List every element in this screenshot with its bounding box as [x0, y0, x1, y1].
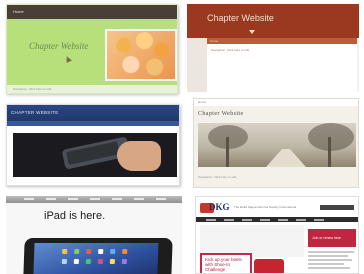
nav-bar: [6, 196, 182, 203]
hand-image: [117, 141, 161, 171]
landscape-photo: [198, 123, 356, 167]
body-text: Navigation. Click here to edit.: [211, 48, 251, 52]
ipad-screen: [33, 243, 159, 274]
tagline: The Delta Kappa Gamma Society Internatio…: [234, 205, 297, 209]
site-title: CHAPTER WEBSITE: [11, 110, 59, 115]
site-title: Chapter Website: [29, 41, 89, 51]
path-image: [266, 149, 306, 167]
thumbnail-red-website[interactable]: Chapter Website Home Navigation. Click h…: [187, 4, 359, 92]
thumbnail-blue-website[interactable]: CHAPTER WEBSITE: [6, 104, 180, 186]
text-line: [308, 255, 348, 257]
text-line: [308, 259, 352, 261]
left-margin: [187, 38, 207, 92]
site-title: Chapter Website: [207, 13, 274, 23]
thumbnail-dkg-website[interactable]: DKG The Delta Kappa Gamma Society Intern…: [195, 196, 359, 274]
footer-text: Navigation. Click here to edit.: [13, 87, 53, 91]
thumbnail-photo-website[interactable]: Home Chapter Website Navigation. Click h…: [193, 98, 359, 188]
sidebar: Join or renew here: [308, 225, 356, 273]
cursor-icon: [64, 55, 72, 63]
thumbnail-green-website[interactable]: Home Chapter Website Navigation. Click h…: [6, 4, 178, 94]
top-nav-bar: Home: [7, 5, 177, 19]
site-title: Chapter Website: [198, 111, 244, 117]
header-button: [320, 205, 354, 210]
mug-image: [254, 259, 284, 273]
footer-strip: Navigation. Click here to edit.: [7, 85, 177, 93]
join-text: Join or renew here: [312, 236, 341, 240]
text-line: [308, 267, 350, 269]
text-line: [308, 263, 344, 265]
promo-box: Kick up your heels with Shoe-In Challeng…: [200, 253, 252, 273]
join-button: Join or renew here: [308, 229, 356, 247]
headline: iPad is here.: [44, 210, 106, 222]
nav-bar: [196, 217, 358, 222]
top-text: Home: [198, 100, 207, 104]
text-line: [308, 251, 354, 253]
nav-bar: [7, 121, 179, 126]
tree-trunk: [328, 137, 331, 167]
sub-nav-text: Home: [210, 39, 219, 43]
flower-photo: [105, 29, 177, 81]
top-bar: Home: [194, 99, 358, 106]
nav-text: Home: [13, 9, 24, 14]
tree-trunk: [226, 137, 229, 167]
logo-text: DKG: [209, 202, 230, 212]
promo-text: Kick up your heels with Shoe-In Challeng…: [205, 257, 242, 272]
tree-canopy: [308, 123, 354, 151]
footer-text: Navigation. Click here to edit.: [198, 175, 238, 179]
chevron-down-icon: [249, 30, 255, 34]
header: CHAPTER WEBSITE: [7, 105, 179, 121]
thumbnail-ipad-page[interactable]: iPad is here.: [6, 196, 182, 274]
content-area: Navigation. Click here to edit.: [207, 44, 357, 92]
phone-photo: [13, 133, 177, 177]
header: Chapter Website: [187, 4, 359, 38]
ipad-image: [23, 238, 173, 274]
